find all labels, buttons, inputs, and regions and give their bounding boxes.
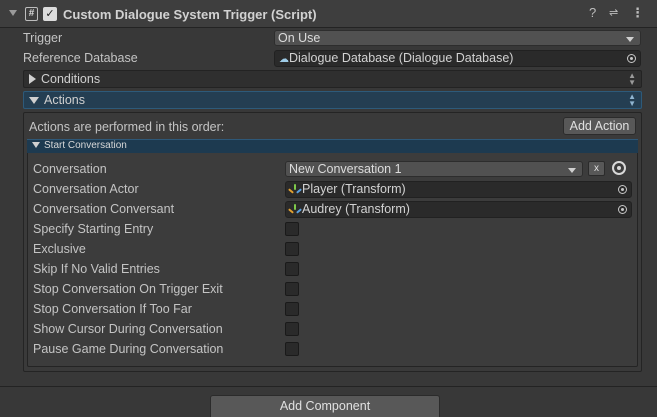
component-title: Custom Dialogue System Trigger (Script): [63, 7, 317, 22]
foldout-open-icon: [32, 142, 40, 148]
help-icon[interactable]: ?: [589, 6, 596, 20]
toggle-label: Exclusive: [33, 242, 86, 256]
conversation-dropdown[interactable]: New Conversation 1: [285, 161, 583, 177]
database-icon: ☁: [279, 54, 289, 65]
trigger-label: Trigger: [23, 31, 63, 45]
trigger-dropdown[interactable]: On Use: [274, 30, 641, 46]
toggle-label: Pause Game During Conversation: [33, 342, 224, 356]
pause-game-checkbox[interactable]: [285, 342, 299, 356]
actions-foldout[interactable]: Actions ▲ ▼: [23, 91, 642, 109]
stop-if-too-far-checkbox[interactable]: [285, 302, 299, 316]
object-picker-icon[interactable]: [618, 185, 627, 194]
toggle-label: Stop Conversation If Too Far: [33, 302, 192, 316]
reference-database-field[interactable]: ☁Dialogue Database (Dialogue Database): [274, 50, 641, 67]
foldout-open-icon: [29, 97, 39, 104]
object-picker-icon[interactable]: [618, 205, 627, 214]
preset-icon[interactable]: ⇌: [609, 6, 618, 20]
conversation-picker-icon[interactable]: [612, 161, 626, 175]
add-action-button[interactable]: Add Action: [563, 117, 636, 135]
conversation-actor-field[interactable]: Player (Transform): [285, 181, 632, 198]
toggle-label: Stop Conversation On Trigger Exit: [33, 282, 223, 296]
add-component-button[interactable]: Add Component: [210, 395, 440, 417]
conditions-foldout[interactable]: Conditions ▲ ▼: [23, 70, 642, 88]
reorder-icon[interactable]: ▲ ▼: [628, 72, 636, 87]
foldout-arrow-icon[interactable]: [9, 10, 17, 16]
trigger-value: On Use: [278, 31, 321, 45]
conversation-conversant-field[interactable]: Audrey (Transform): [285, 201, 632, 218]
component-enabled-checkbox[interactable]: ✓: [43, 7, 57, 21]
conversation-conversant-value: Audrey (Transform): [302, 202, 410, 216]
conditions-label: Conditions: [41, 72, 101, 86]
transform-icon: [288, 184, 302, 194]
stop-on-trigger-exit-checkbox[interactable]: [285, 282, 299, 296]
toggle-label: Show Cursor During Conversation: [33, 322, 223, 336]
conversation-value: New Conversation 1: [289, 162, 402, 176]
conversation-label: Conversation: [33, 162, 107, 176]
more-icon[interactable]: ⋮: [631, 6, 644, 20]
toggle-label: Specify Starting Entry: [33, 222, 154, 236]
chevron-down-icon: [568, 168, 576, 173]
toggle-label: Skip If No Valid Entries: [33, 262, 160, 276]
foldout-closed-icon: [29, 74, 36, 84]
start-conversation-label: Start Conversation: [44, 140, 127, 151]
conversation-actor-value: Player (Transform): [302, 182, 406, 196]
script-icon: #: [25, 7, 38, 21]
reference-database-label: Reference Database: [23, 51, 138, 65]
reference-database-value: Dialogue Database (Dialogue Database): [289, 51, 514, 65]
specify-starting-entry-checkbox[interactable]: [285, 222, 299, 236]
chevron-down-icon: [626, 37, 634, 42]
conversation-conversant-label: Conversation Conversant: [33, 202, 175, 216]
reorder-icon[interactable]: ▲ ▼: [628, 93, 636, 108]
conversation-actor-label: Conversation Actor: [33, 182, 139, 196]
start-conversation-header[interactable]: Start Conversation: [27, 139, 638, 153]
skip-if-no-valid-entries-checkbox[interactable]: [285, 262, 299, 276]
actions-label: Actions: [44, 93, 85, 107]
transform-icon: [288, 204, 302, 214]
show-cursor-checkbox[interactable]: [285, 322, 299, 336]
exclusive-checkbox[interactable]: [285, 242, 299, 256]
actions-order-text: Actions are performed in this order:: [29, 120, 225, 134]
clear-conversation-button[interactable]: x: [588, 161, 605, 176]
object-picker-icon[interactable]: [627, 54, 636, 63]
